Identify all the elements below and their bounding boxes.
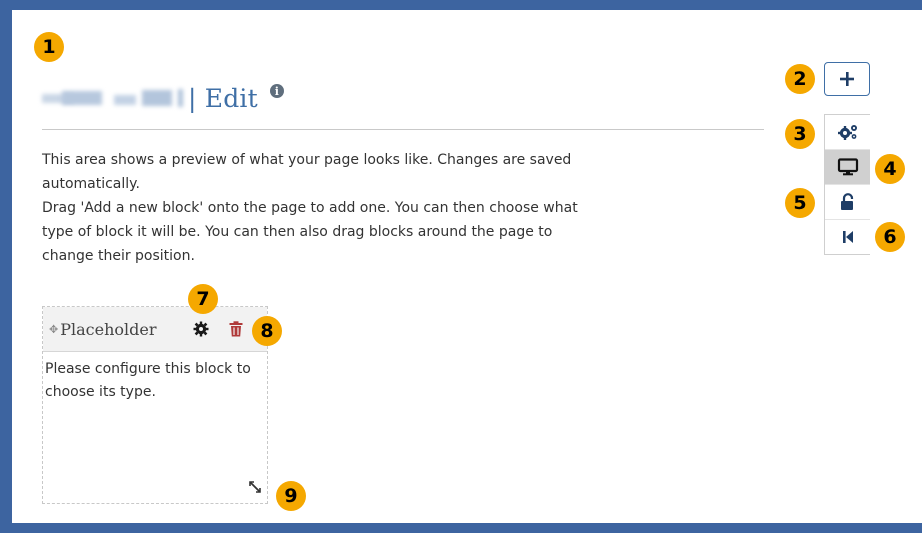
drag-handle-icon[interactable]: ✥ (49, 323, 58, 336)
callout-7: 7 (188, 284, 218, 314)
page-title: | Edit (188, 83, 258, 113)
instructions-paragraph-1: This area shows a preview of what your p… (42, 152, 572, 192)
page-header: | Edit i (42, 78, 284, 118)
settings-button[interactable] (825, 115, 870, 150)
callout-2: 2 (785, 64, 815, 94)
view-toolbar (824, 114, 870, 255)
lock-toggle-button[interactable] (825, 185, 870, 220)
gears-icon (837, 125, 857, 140)
callout-1: 1 (34, 32, 64, 62)
resize-handle-icon[interactable] (249, 478, 261, 497)
header-divider (42, 129, 764, 130)
delete-block-button[interactable] (229, 321, 243, 341)
callout-3: 3 (785, 119, 815, 149)
monitor-icon (837, 158, 858, 176)
page-editor: | Edit i This area shows a preview of wh… (12, 10, 922, 523)
info-circle-icon[interactable]: i (269, 84, 284, 98)
callout-9: 9 (276, 481, 306, 511)
callout-4: 4 (875, 154, 905, 184)
callout-8: 8 (252, 316, 282, 346)
trash-icon (229, 321, 243, 337)
instructions-paragraph-2: Drag 'Add a new block' onto the page to … (42, 200, 578, 264)
callout-5: 5 (785, 188, 815, 218)
redacted-page-name (42, 87, 184, 109)
block-header[interactable]: ✥ Placeholder (43, 307, 267, 352)
callout-6: 6 (875, 222, 905, 252)
block-title: Placeholder (60, 319, 157, 339)
display-page-button[interactable] (825, 150, 870, 185)
skip-back-icon (842, 231, 853, 243)
unlock-icon (840, 193, 853, 210)
return-button[interactable] (825, 220, 870, 254)
gear-icon (193, 321, 209, 337)
block-body: Please configure this block to choose it… (45, 361, 251, 400)
plus-icon (840, 72, 854, 86)
add-block-button[interactable] (824, 62, 870, 96)
instructions-text: This area shows a preview of what your p… (42, 148, 602, 268)
placeholder-block[interactable]: ✥ Placeholder Please configure this bloc… (42, 306, 268, 504)
configure-block-button[interactable] (193, 321, 209, 341)
